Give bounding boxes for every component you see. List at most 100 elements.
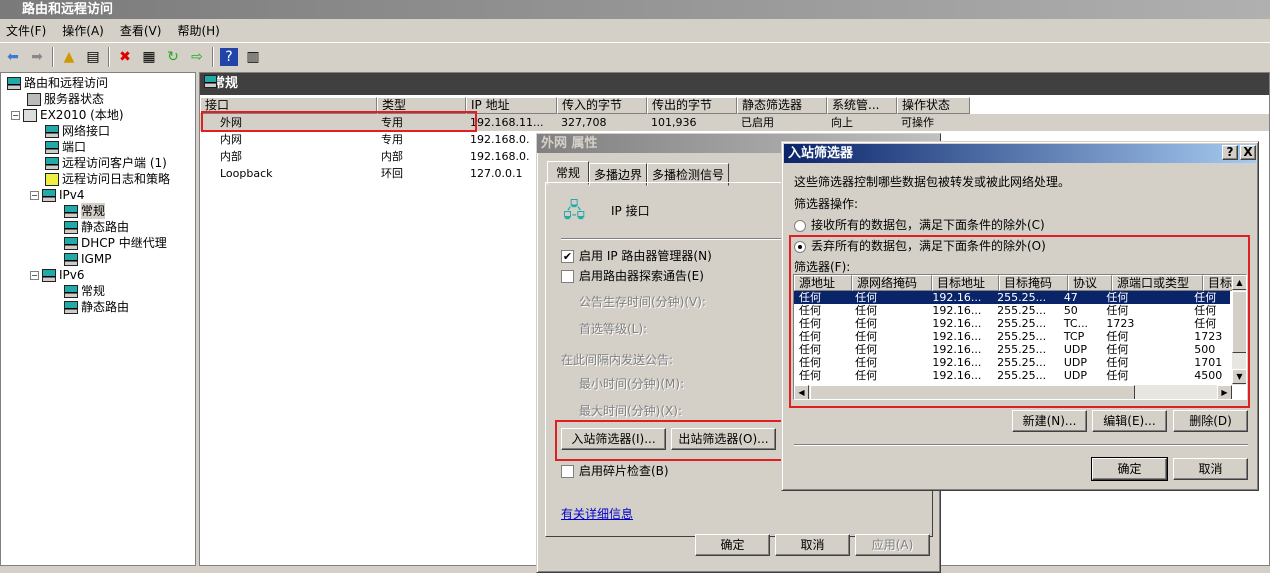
refresh-icon[interactable]: ↻ (164, 48, 182, 66)
ok-button[interactable]: 确定 (695, 534, 770, 556)
checkbox-unchecked[interactable] (561, 270, 574, 283)
enable-router-checkbox[interactable]: ✔ 启用 IP 路由器管理器(N) (561, 247, 712, 264)
tree-item[interactable]: 远程访问日志和策略 (1, 171, 195, 187)
tree-server-status[interactable]: 服务器状态 (1, 91, 195, 107)
max-time-label: 最大时间(分钟)(X): (579, 404, 682, 418)
filter-action-label: 筛选器操作: (794, 197, 859, 211)
tree-label: 端口 (62, 140, 87, 154)
tree-item[interactable]: 网络接口 (1, 123, 195, 139)
tree-item[interactable]: DHCP 中继代理 (1, 235, 195, 251)
tree-item[interactable]: 远程访问客户端 (1) (1, 155, 195, 171)
edit-filter-button[interactable]: 编辑(E)... (1092, 410, 1167, 432)
forward-icon[interactable]: ➡ (28, 48, 46, 66)
close-button[interactable]: X (1240, 145, 1256, 160)
server-icon (27, 92, 41, 106)
cell: 向上 (831, 116, 853, 129)
column-header[interactable]: 传入的字节 (557, 97, 647, 114)
cell: 已启用 (741, 116, 774, 129)
lifetime-label: 公告生存时间(分钟)(V): (579, 295, 706, 309)
tree-ipv4[interactable]: − IPv4 (1, 187, 195, 203)
tree-label: 常规 (81, 203, 106, 219)
cancel-button[interactable]: 取消 (775, 534, 850, 556)
cell: 101,936 (651, 116, 697, 129)
show-hide-tree-icon[interactable]: ▤ (84, 48, 102, 66)
tree-item[interactable]: 常规 (1, 203, 195, 219)
tree-item[interactable]: 静态路由 (1, 219, 195, 235)
collapse-icon[interactable]: − (30, 270, 39, 280)
column-header[interactable]: 静态筛选器 (737, 97, 827, 114)
help-icon[interactable]: ? (220, 48, 238, 66)
radio-unselected[interactable] (794, 219, 806, 232)
tree-label: IGMP (81, 252, 112, 266)
network-icon (64, 220, 78, 234)
tree-pane: 路由和远程访问 服务器状态 − EX2010 (本地) 网络接口 端口 远程访问客… (0, 72, 196, 566)
menu-help[interactable]: 帮助(H) (177, 22, 219, 39)
column-header[interactable]: IP 地址 (466, 97, 557, 114)
port-icon (45, 140, 59, 154)
network-icon (64, 284, 78, 298)
network-icon (45, 124, 59, 138)
cell: 327,708 (561, 116, 607, 129)
cell: 专用 (381, 133, 403, 146)
toolbar-separator (108, 47, 110, 67)
column-header[interactable]: 传出的字节 (647, 97, 737, 114)
tree-label: IPv4 (59, 188, 85, 202)
collapse-icon[interactable]: − (30, 190, 39, 200)
network-icon (64, 252, 78, 266)
network-icon (42, 268, 56, 282)
interface-name: 内网 (220, 133, 242, 146)
interval-label: 在此间隔内发送公告: (561, 353, 674, 367)
ok-button[interactable]: 确定 (1091, 457, 1168, 481)
accept-radio[interactable]: 接收所有的数据包，满足下面条件的除外(C) (794, 216, 1045, 233)
enable-discovery-checkbox[interactable]: 启用路由器探索通告(E) (561, 267, 704, 284)
client-icon (45, 156, 59, 170)
network-icon (64, 236, 78, 250)
action-pane-icon[interactable]: ▥ (244, 48, 262, 66)
cell: 内部 (381, 150, 403, 163)
toolbar-separator (52, 47, 54, 67)
tree-item[interactable]: 静态路由 (1, 299, 195, 315)
fragment-check-checkbox[interactable]: 启用碎片检查(B) (561, 462, 669, 479)
more-info-link[interactable]: 有关详细信息 (561, 505, 633, 522)
checkbox-checked[interactable]: ✔ (561, 250, 574, 263)
divider (794, 444, 1248, 446)
menu-file[interactable]: 文件(F) (6, 22, 46, 39)
tree-item[interactable]: 端口 (1, 139, 195, 155)
tree-label: 远程访问日志和策略 (62, 172, 171, 186)
delete-filter-button[interactable]: 删除(D) (1173, 410, 1248, 432)
network-icon (64, 204, 78, 218)
column-header[interactable]: 系统管... (827, 97, 897, 114)
export-icon[interactable]: ⇨ (188, 48, 206, 66)
network-icon (64, 300, 78, 314)
column-header[interactable]: 操作状态 (897, 97, 970, 114)
cell: 192.168.11... (470, 116, 544, 129)
network-icon (42, 188, 56, 202)
tree-root[interactable]: 路由和远程访问 (1, 75, 195, 91)
tree-item[interactable]: IGMP (1, 251, 195, 267)
properties-icon[interactable]: ▦ (140, 48, 158, 66)
menu-action[interactable]: 操作(A) (62, 22, 104, 39)
ip-interface-icon: 🖧 (563, 198, 586, 222)
folder-icon (45, 172, 59, 186)
tree-label: DHCP 中继代理 (81, 236, 167, 250)
help-button[interactable]: ? (1222, 145, 1238, 160)
back-icon[interactable]: ⬅ (4, 48, 22, 66)
interface-icon (204, 75, 217, 88)
tree-item[interactable]: 常规 (1, 283, 195, 299)
tree-label: IPv6 (59, 268, 85, 282)
delete-icon[interactable]: ✖ (116, 48, 134, 66)
tree-ipv6[interactable]: − IPv6 (1, 267, 195, 283)
new-filter-button[interactable]: 新建(N)... (1012, 410, 1087, 432)
apply-button[interactable]: 应用(A) (855, 534, 930, 556)
checkbox-unchecked[interactable] (561, 465, 574, 478)
cancel-button[interactable]: 取消 (1173, 458, 1248, 480)
computer-icon (7, 76, 21, 90)
up-folder-icon[interactable]: ▲ (60, 48, 78, 66)
highlight-box (555, 420, 785, 461)
cell: 环回 (381, 167, 403, 180)
collapse-icon[interactable]: − (11, 110, 20, 120)
tree-server[interactable]: − EX2010 (本地) (1, 107, 195, 123)
menu-view[interactable]: 查看(V) (120, 22, 162, 39)
ip-interface-label: IP 接口 (611, 204, 650, 218)
server-icon (23, 108, 37, 122)
